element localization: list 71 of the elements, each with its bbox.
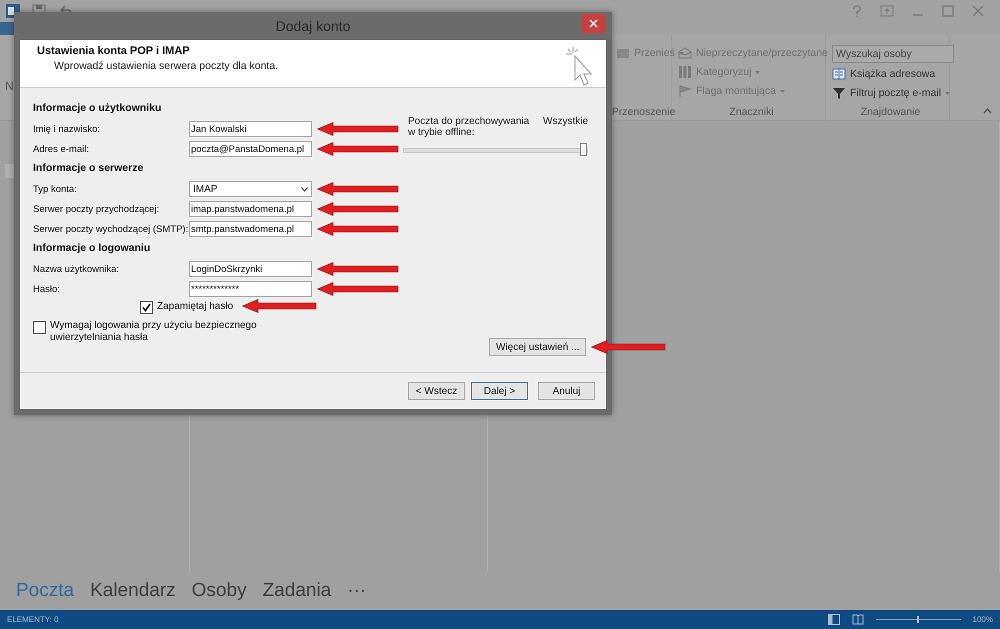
checkbox-label: Zapamiętaj hasło	[157, 301, 234, 313]
filter-icon	[832, 86, 846, 100]
nav-item[interactable]: Zadania	[262, 580, 332, 602]
group-label: Znajdowanie	[860, 106, 920, 118]
field-label: Typ konta:	[33, 184, 78, 194]
arrow-icon	[317, 142, 399, 156]
nav-item[interactable]: Kalendarz	[90, 580, 176, 602]
close-icon	[589, 19, 598, 28]
account-type-dropdown[interactable]: IMAP	[189, 181, 312, 197]
folder-icon	[616, 46, 630, 60]
grid-icon	[678, 65, 692, 79]
zoom-slider-thumb[interactable]	[917, 616, 920, 623]
password-field[interactable]: *************	[189, 281, 312, 297]
field-label: Serwer poczty przychodzącej:	[33, 204, 160, 214]
chevron-down-icon	[301, 186, 308, 192]
help-icon[interactable]	[852, 5, 862, 17]
collapse-ribbon-icon[interactable]	[983, 108, 992, 114]
offline-label: Poczta do przechowywania w trybie offline:	[408, 116, 530, 138]
normal-view-icon[interactable]	[828, 614, 840, 625]
arrow-icon	[591, 340, 666, 354]
flag-icon	[678, 84, 692, 98]
search-field[interactable]: Wyszukaj osoby	[832, 45, 954, 63]
arrow-icon	[317, 182, 399, 196]
close-button[interactable]	[581, 14, 606, 33]
section-title: Informacje o serwerze	[33, 161, 144, 176]
dialog-subheading: Wprowadź ustawienia serwera poczty dla konta.	[53, 60, 278, 72]
checkbox[interactable]	[140, 301, 153, 314]
dialog-heading: Ustawienia konta POP i IMAP	[37, 45, 190, 57]
checkbox[interactable]	[33, 321, 46, 334]
offline-value: Wszystkie	[543, 116, 588, 129]
dialog-title: Dodaj konto	[276, 18, 350, 34]
arrow-icon	[317, 222, 399, 236]
ribbon-button[interactable]: Filtruj pocztę e-mail	[832, 85, 950, 101]
maximize-icon[interactable]	[942, 5, 954, 17]
input-field[interactable]: poczta@PanstaDomena.pl	[189, 141, 312, 157]
dialog-button[interactable]: < Wstecz	[408, 382, 465, 400]
field-label: Serwer poczty wychodzącej (SMTP):	[33, 224, 187, 234]
address-book-icon	[832, 67, 846, 81]
field-label: Hasło:	[33, 284, 61, 294]
zoom-level: 100%	[972, 615, 993, 624]
input-field[interactable]: smtp.panstwadomena.pl	[189, 221, 312, 237]
arrow-icon	[317, 262, 399, 276]
more-button[interactable]: ···	[347, 580, 366, 602]
input-field[interactable]: imap.panstwadomena.pl	[189, 201, 312, 217]
checkbox-label: Wymagaj logowania przy użyciu bezpiecznego uwierzytelniania hasła	[50, 320, 258, 344]
checkmark-icon	[142, 303, 151, 312]
field-label: Nazwa użytkownika:	[33, 264, 120, 274]
input-field[interactable]: Jan Kowalski	[189, 121, 312, 137]
arrow-icon	[317, 282, 399, 296]
ribbon-button[interactable]: Książka adresowa	[832, 66, 936, 82]
input-field[interactable]: LoginDoSkrzynki	[189, 261, 312, 277]
field-label: Adres e-mail:	[33, 144, 90, 154]
arrow-icon	[317, 122, 399, 136]
ribbon-label: N	[5, 79, 14, 93]
reading-view-icon[interactable]	[852, 614, 864, 625]
status-text: ELEMENTY: 0	[7, 615, 59, 624]
dialog-button[interactable]: Anuluj	[538, 382, 595, 400]
field-label: Imię i nazwisko:	[33, 124, 102, 134]
nav-item[interactable]: Osoby	[192, 580, 247, 602]
group-label: Przenoszenie	[612, 106, 676, 118]
slider-thumb[interactable]	[580, 143, 587, 156]
dialog-button[interactable]: Dalej >	[471, 382, 528, 400]
section-title: Informacje o logowaniu	[33, 241, 150, 256]
arrow-icon	[317, 202, 399, 216]
section-title: Informacje o użytkowniku	[33, 101, 162, 116]
envelope-icon	[678, 46, 692, 60]
more-settings-button[interactable]: Więcej ustawień ...	[489, 338, 586, 356]
close-icon[interactable]	[972, 5, 984, 17]
ribbon-display-icon[interactable]	[880, 5, 894, 17]
arrow-icon	[242, 299, 318, 313]
group-label: Znaczniki	[729, 106, 774, 118]
